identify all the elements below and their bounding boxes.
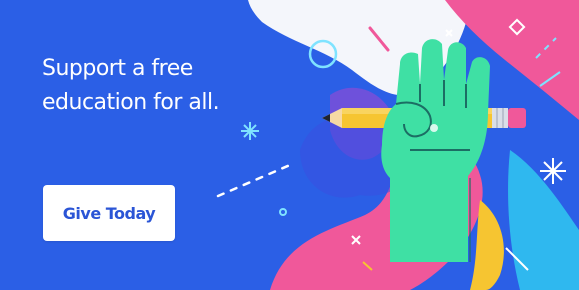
headline-line-2: education for all. (42, 90, 220, 115)
give-today-button[interactable]: Give Today (43, 185, 175, 241)
banner-headline: Support a free education for all. (42, 52, 302, 120)
banner-illustration (0, 0, 579, 290)
donation-banner: Support a free education for all. Give T… (0, 0, 579, 290)
headline-line-1: Support a free (42, 56, 193, 81)
